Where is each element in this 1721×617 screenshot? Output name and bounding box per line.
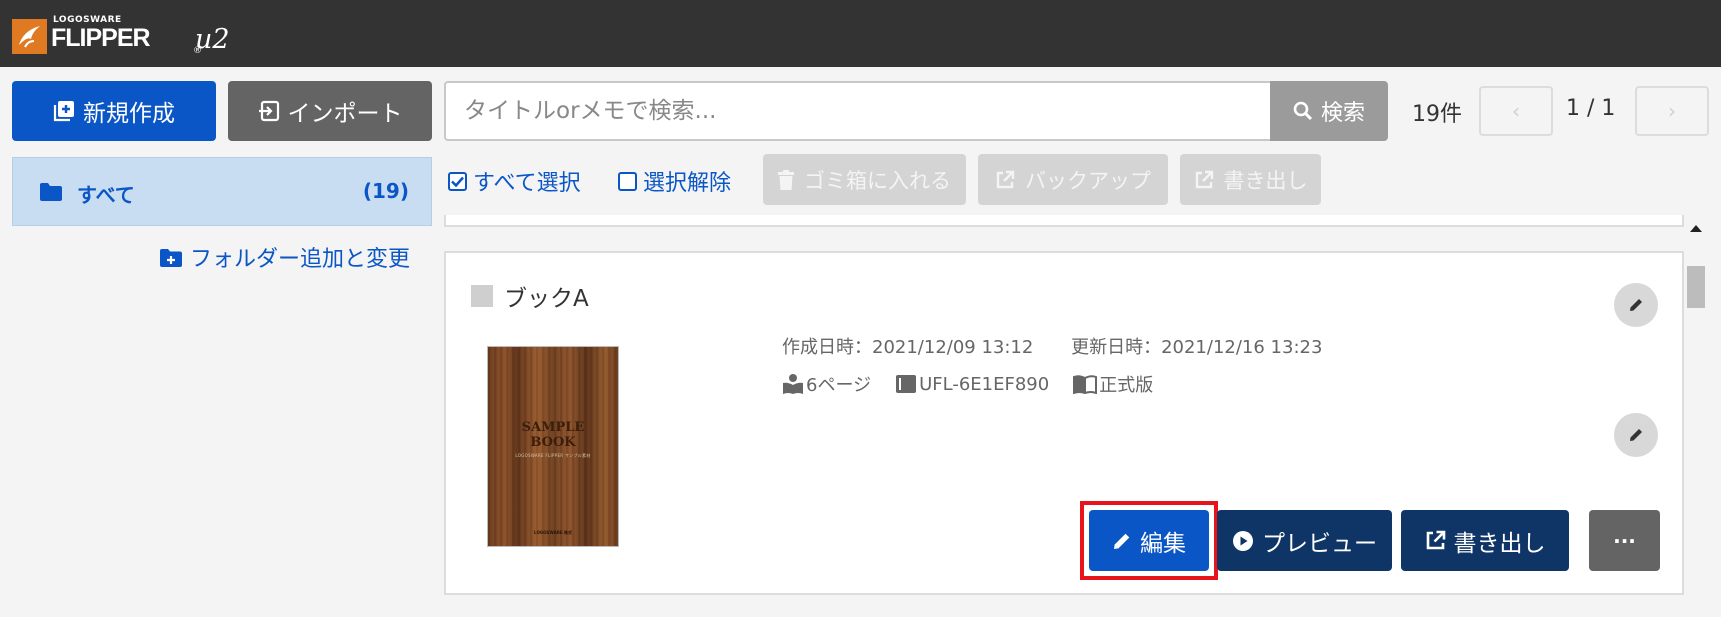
book-edition-text: 正式版	[1099, 375, 1154, 396]
book-code-text: UFL-6E1EF890	[919, 373, 1050, 395]
edit-label: 編集	[1140, 530, 1186, 557]
checkbox-checked-icon	[448, 171, 467, 191]
logo-wordmark: LOGOSWARE FLIPPER ® u2	[51, 14, 230, 56]
book-icon	[896, 375, 917, 393]
bird-logo-icon	[12, 19, 47, 54]
book-dates: 作成日時：2021/12/09 13:12 更新日時：2021/12/16 13…	[782, 333, 1322, 359]
chevron-left-icon: ‹	[1512, 99, 1520, 123]
export-label: 書き出し	[1453, 530, 1546, 557]
edit-memo-button[interactable]	[1614, 413, 1658, 457]
checkbox-empty-icon	[618, 171, 637, 191]
book-card: ブックA SAMPLE BOOK LOGOSWARE FLIPPER サンプル素…	[444, 251, 1684, 595]
list-card-previous-edge	[444, 215, 1684, 227]
select-all-checkbox[interactable]: すべて選択	[448, 165, 581, 197]
edit-title-button[interactable]	[1614, 283, 1658, 327]
bulk-export-button[interactable]: 書き出し	[1180, 154, 1321, 205]
book-cover-thumbnail[interactable]: SAMPLE BOOK LOGOSWARE FLIPPER サンプル素材 LOG…	[487, 346, 619, 547]
folder-plus-icon	[160, 248, 182, 267]
book-meta: 6ページ UFL-6E1EF890 正式版	[782, 371, 1177, 397]
page-count: 6ページ	[782, 371, 871, 397]
top-bar: LOGOSWARE FLIPPER ® u2	[0, 0, 1721, 67]
external-link-icon	[996, 170, 1015, 188]
pencil-icon	[1630, 429, 1642, 441]
page-indicator: 1 / 1	[1566, 96, 1616, 121]
search-label: 検索	[1320, 101, 1365, 126]
edit-book-button[interactable]: 編集	[1089, 510, 1209, 571]
pencil-icon	[1630, 299, 1642, 311]
scroll-thumb[interactable]	[1687, 266, 1705, 308]
play-circle-icon	[1233, 530, 1253, 551]
list-scrollbar[interactable]	[1685, 215, 1707, 617]
chevron-right-icon: ›	[1668, 99, 1676, 123]
flipper-logo[interactable]: LOGOSWARE FLIPPER ® u2	[12, 14, 230, 56]
cover-footer: LOGOSWARE 株式	[534, 530, 572, 535]
trash-button[interactable]: ゴミ箱に入れる	[763, 154, 966, 205]
add-folder-label: フォルダー追加と変更	[190, 247, 411, 272]
new-book-label: 新規作成	[83, 101, 175, 127]
ellipsis-icon: ···	[1613, 528, 1636, 553]
result-count: 19件	[1412, 102, 1462, 127]
book-code: UFL-6E1EF890	[895, 374, 1049, 395]
search-field	[444, 81, 1271, 141]
new-document-icon	[53, 101, 74, 122]
external-link-icon	[1426, 530, 1445, 550]
preview-button[interactable]: プレビュー	[1217, 510, 1392, 571]
folder-count: (19)	[362, 179, 409, 203]
folder-item-all[interactable]: すべて (19)	[12, 157, 432, 226]
folder-label: すべて	[77, 183, 135, 207]
open-book-icon	[1073, 375, 1098, 394]
add-folder-link[interactable]: フォルダー追加と変更	[160, 241, 410, 273]
book-edition: 正式版	[1073, 371, 1153, 397]
logo-version: u2	[195, 24, 230, 55]
deselect-checkbox[interactable]: 選択解除	[618, 165, 731, 197]
preview-label: プレビュー	[1262, 530, 1377, 557]
import-button[interactable]: インポート	[228, 81, 432, 141]
trash-icon	[778, 169, 794, 190]
backup-label: バックアップ	[1025, 168, 1151, 193]
search-button[interactable]: 検索	[1270, 81, 1388, 141]
next-page-button[interactable]: ›	[1635, 86, 1709, 136]
created-date: 作成日時：2021/12/09 13:12	[782, 337, 1034, 358]
more-actions-button[interactable]: ···	[1589, 510, 1660, 571]
cover-subtitle: LOGOSWARE FLIPPER サンプル素材	[515, 453, 591, 458]
search-icon	[1293, 101, 1313, 121]
folder-icon	[40, 183, 62, 201]
backup-button[interactable]: バックアップ	[978, 154, 1168, 205]
external-link-icon	[1195, 170, 1213, 188]
export-book-button[interactable]: 書き出し	[1401, 510, 1569, 571]
new-book-button[interactable]: 新規作成	[12, 81, 216, 141]
select-all-label: すべて選択	[473, 171, 581, 196]
import-label: インポート	[287, 101, 403, 127]
trash-label: ゴミ箱に入れる	[804, 168, 951, 193]
bulk-export-label: 書き出し	[1223, 168, 1308, 193]
book-title: ブックA	[504, 286, 589, 312]
prev-page-button[interactable]: ‹	[1479, 86, 1553, 136]
import-icon	[258, 100, 279, 122]
deselect-label: 選択解除	[643, 171, 732, 196]
updated-date: 更新日時：2021/12/16 13:23	[1071, 337, 1323, 358]
page-count-text: 6ページ	[806, 375, 872, 396]
book-select-checkbox[interactable]	[471, 285, 493, 307]
reader-book-icon	[783, 374, 803, 394]
cover-title: SAMPLE BOOK	[521, 420, 585, 450]
scroll-up-arrow-icon[interactable]	[1690, 225, 1702, 232]
search-input[interactable]	[446, 83, 1271, 139]
logo-product-name: FLIPPER	[51, 24, 151, 52]
pencil-icon	[1114, 533, 1130, 549]
